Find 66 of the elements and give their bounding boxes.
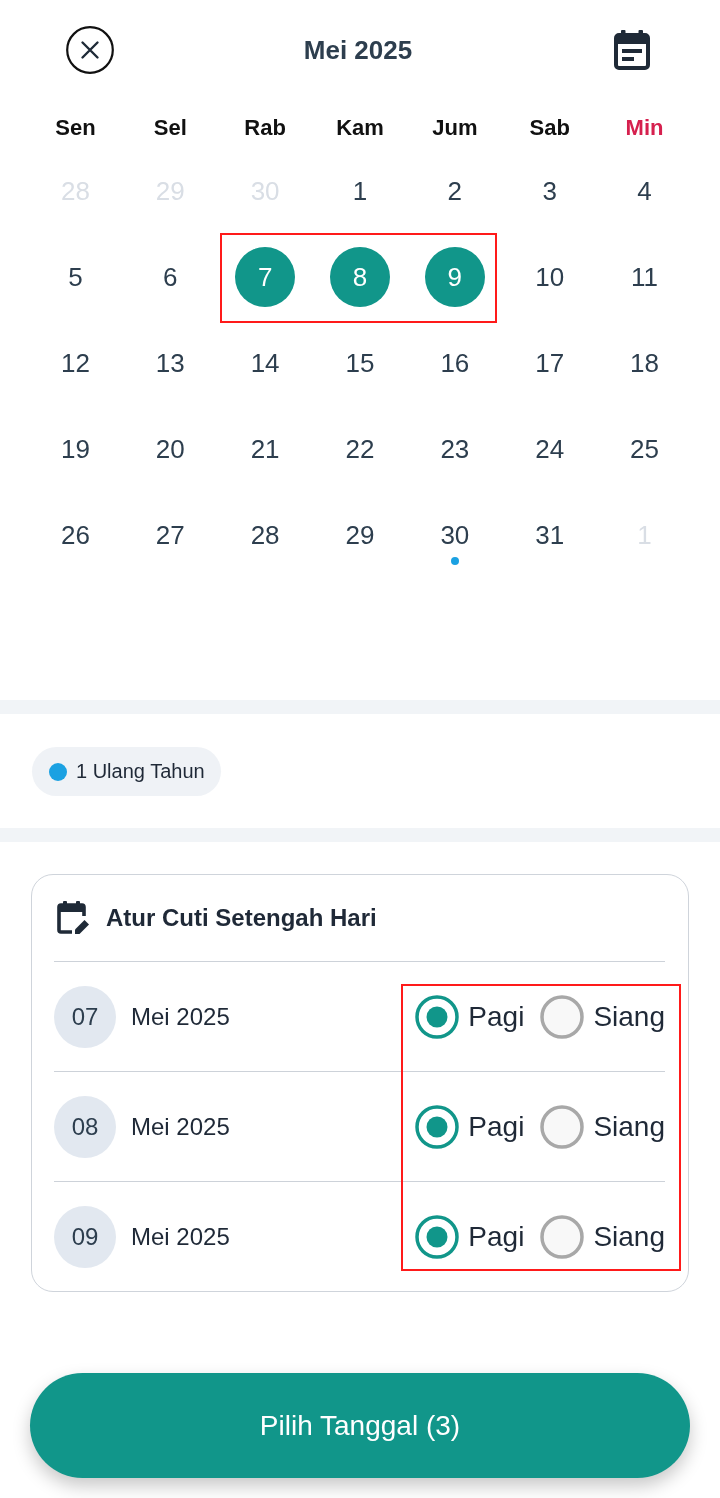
calendar-day[interactable]: 9: [424, 247, 485, 307]
calendar-day[interactable]: 21: [235, 429, 296, 469]
radio-option[interactable]: Siang: [540, 1214, 665, 1259]
legend-label: 1 Ulang Tahun: [76, 760, 205, 783]
radio-option[interactable]: Pagi: [415, 1214, 525, 1259]
calendar-day[interactable]: 23: [424, 429, 485, 469]
calendar-day[interactable]: 30: [424, 515, 485, 555]
calendar-day[interactable]: 20: [140, 429, 201, 469]
radio-option[interactable]: Pagi: [415, 1104, 525, 1149]
weekday-label: Jum: [432, 115, 478, 141]
weekday-label: Rab: [244, 115, 286, 141]
calendar-day[interactable]: 6: [140, 257, 201, 297]
calendar-icon: [614, 30, 650, 70]
close-button[interactable]: [66, 26, 114, 74]
calendar-day[interactable]: 27: [140, 515, 201, 555]
radio-option[interactable]: Siang: [540, 994, 665, 1039]
calendar-day[interactable]: 12: [45, 343, 106, 383]
calendar-day[interactable]: 31: [519, 515, 580, 555]
calendar-day[interactable]: 3: [519, 171, 580, 211]
calendar-day[interactable]: 8: [330, 247, 390, 307]
calendar-day[interactable]: 25: [614, 429, 675, 469]
date-label: Mei 2025: [131, 1002, 230, 1031]
calendar-day[interactable]: 24: [519, 429, 580, 469]
calendar-day[interactable]: 1: [330, 171, 390, 211]
calendar-day[interactable]: 5: [45, 257, 106, 297]
date-badge: 07: [54, 985, 116, 1048]
calendar-day[interactable]: 10: [519, 257, 580, 297]
radio-icon[interactable]: [415, 994, 460, 1039]
calendar-day[interactable]: 4: [614, 171, 675, 211]
calendar-day[interactable]: 15: [330, 343, 390, 383]
weekday-label: Sen: [55, 115, 96, 141]
calendar-day[interactable]: 29: [330, 515, 390, 555]
calendar-day[interactable]: 17: [519, 343, 580, 383]
calendar-day[interactable]: 13: [140, 343, 201, 383]
weekday-label: Min: [625, 115, 664, 141]
calendar-day[interactable]: 22: [330, 429, 390, 469]
calendar-day[interactable]: 18: [614, 343, 675, 383]
radio-icon[interactable]: [540, 1214, 585, 1259]
calendar-day[interactable]: 19: [45, 429, 106, 469]
weekday-label: Sel: [153, 115, 187, 141]
calendar-button[interactable]: [614, 30, 650, 70]
weekday-label: Sab: [529, 115, 570, 141]
radio-icon[interactable]: [540, 1104, 585, 1149]
radio-option[interactable]: Pagi: [415, 994, 525, 1039]
date-label: Mei 2025: [131, 1112, 230, 1141]
month-title: Mei 2025: [303, 34, 413, 66]
select-dates-button[interactable]: Pilih Tanggal (3): [30, 1373, 690, 1478]
date-badge: 09: [54, 1205, 116, 1268]
date-badge: 08: [54, 1095, 116, 1158]
radio-icon[interactable]: [415, 1104, 460, 1149]
calendar-day[interactable]: 2: [424, 171, 485, 211]
calendar-day[interactable]: 11: [614, 257, 675, 297]
date-label: Mei 2025: [131, 1222, 230, 1251]
weekday-label: Kam: [336, 115, 384, 141]
calendar-day[interactable]: 26: [45, 515, 106, 555]
radio-icon[interactable]: [415, 1214, 460, 1259]
close-icon: [66, 26, 114, 74]
card-title: Atur Cuti Setengah Hari: [106, 904, 377, 932]
radio-icon[interactable]: [540, 994, 585, 1039]
calendar-day[interactable]: 16: [424, 343, 485, 383]
radio-option[interactable]: Siang: [540, 1104, 665, 1149]
calendar-day[interactable]: 14: [235, 343, 296, 383]
legend-dot-icon: [49, 762, 67, 781]
calendar-edit-icon: [57, 901, 89, 935]
calendar-day[interactable]: 28: [235, 515, 296, 555]
calendar-day[interactable]: 7: [235, 247, 296, 307]
